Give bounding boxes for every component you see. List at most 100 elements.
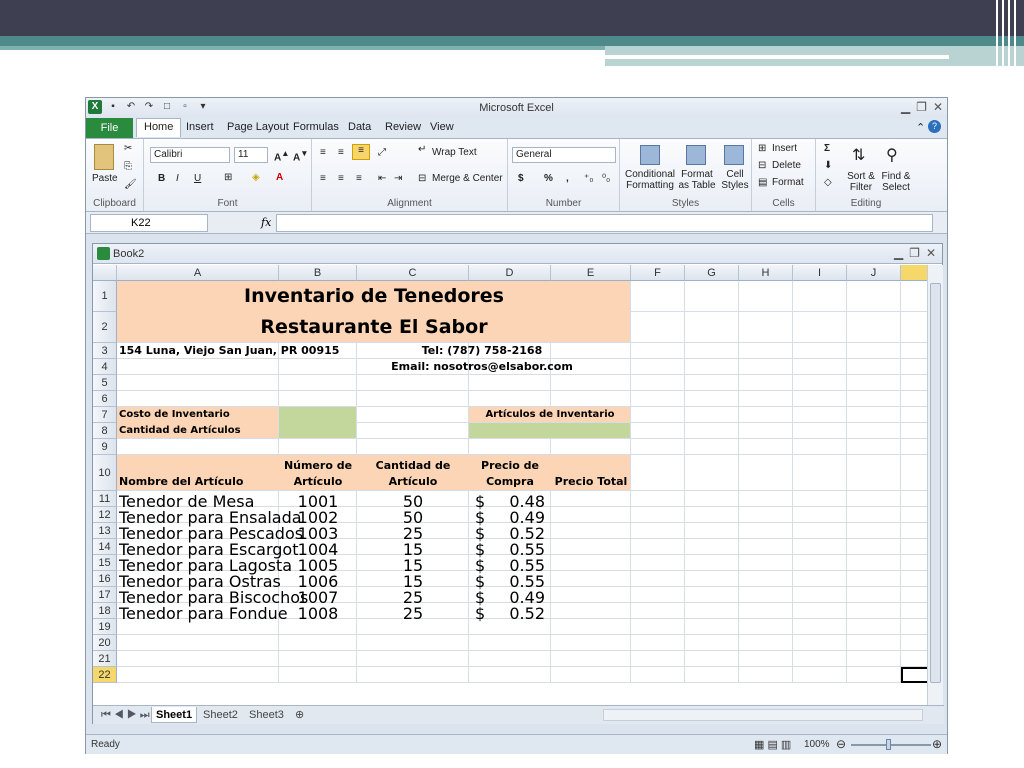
cell[interactable] (739, 359, 793, 375)
increase-decimal-icon[interactable]: ⁺₀ (584, 173, 593, 184)
conditional-formatting-icon[interactable] (640, 145, 660, 165)
row-header[interactable]: 19 (93, 619, 117, 635)
cell[interactable] (901, 312, 927, 343)
cell[interactable] (117, 375, 279, 391)
underline-button[interactable]: U (194, 173, 201, 184)
cell[interactable] (279, 667, 357, 683)
row-header[interactable]: 6 (93, 391, 117, 407)
cell[interactable] (847, 539, 901, 555)
cell[interactable] (685, 359, 739, 375)
cell[interactable] (551, 491, 631, 507)
grow-font-icon[interactable]: A▲ (274, 148, 289, 163)
name-box[interactable]: K22 (90, 214, 208, 232)
format-painter-icon[interactable]: 🖌 (124, 179, 137, 190)
column-header-k[interactable] (901, 265, 927, 281)
cell[interactable] (551, 635, 631, 651)
column-header-a[interactable]: A (117, 265, 279, 281)
cell[interactable] (739, 667, 793, 683)
sheet-nav-icons[interactable]: ⏮ ◀ ▶ ⏭ (97, 707, 154, 723)
cell[interactable] (847, 423, 901, 439)
cell[interactable] (847, 455, 901, 491)
cell[interactable] (469, 439, 551, 455)
cell[interactable] (739, 491, 793, 507)
cell[interactable] (793, 635, 847, 651)
cell[interactable] (631, 523, 685, 539)
cell[interactable] (739, 539, 793, 555)
insert-sheet-icon[interactable]: ⊕ (291, 707, 308, 723)
cell[interactable] (279, 439, 357, 455)
cell[interactable] (685, 439, 739, 455)
cell[interactable] (685, 603, 739, 619)
cell[interactable] (117, 439, 279, 455)
cell[interactable] (469, 667, 551, 683)
align-left-icon[interactable]: ≡ (320, 173, 326, 184)
cell[interactable] (631, 439, 685, 455)
conditional-formatting-button[interactable]: Conditional Formatting (622, 169, 678, 191)
row-header[interactable]: 14 (93, 539, 117, 555)
tab-review[interactable]: Review (385, 121, 421, 133)
cut-icon[interactable]: ✂ (124, 143, 132, 154)
decrease-decimal-icon[interactable]: ⁰₀ (602, 173, 610, 184)
cell[interactable] (901, 375, 927, 391)
cell[interactable] (357, 651, 469, 667)
cell[interactable] (847, 555, 901, 571)
cell[interactable] (551, 523, 631, 539)
scroll-thumb[interactable] (930, 283, 941, 683)
zoom-knob[interactable] (886, 739, 891, 750)
paste-icon[interactable] (94, 144, 114, 170)
cell[interactable] (901, 635, 927, 651)
cell[interactable] (739, 619, 793, 635)
cell[interactable] (739, 587, 793, 603)
insert-cells-button[interactable]: Insert (772, 143, 797, 154)
cell[interactable] (739, 343, 793, 359)
row-header[interactable]: 11 (93, 491, 117, 507)
cell[interactable] (901, 281, 927, 312)
row-header[interactable]: 9 (93, 439, 117, 455)
cell[interactable] (631, 391, 685, 407)
cell[interactable] (847, 407, 901, 423)
cell[interactable] (685, 281, 739, 312)
cell[interactable] (279, 391, 357, 407)
row-header[interactable]: 12 (93, 507, 117, 523)
row-header[interactable]: 2 (93, 312, 117, 343)
cell[interactable] (739, 407, 793, 423)
cell[interactable] (685, 343, 739, 359)
percent-button[interactable]: % (544, 173, 553, 184)
paste-button[interactable]: Paste (92, 173, 118, 184)
font-color-icon[interactable]: A (276, 172, 283, 183)
cell[interactable] (685, 407, 739, 423)
shrink-font-icon[interactable]: A▼ (293, 148, 308, 163)
number-format-select[interactable]: General (512, 147, 616, 163)
tab-page-layout[interactable]: Page Layout (227, 121, 289, 133)
tab-home[interactable]: Home (136, 118, 182, 137)
insert-function-button[interactable]: fx (261, 216, 271, 229)
cell[interactable] (793, 587, 847, 603)
cell[interactable] (357, 375, 469, 391)
find-select-button[interactable]: Find & Select (880, 171, 912, 193)
cell[interactable] (793, 523, 847, 539)
cell[interactable] (631, 555, 685, 571)
cell[interactable] (901, 407, 927, 423)
align-right-icon[interactable]: ≡ (356, 173, 362, 184)
cell[interactable] (551, 555, 631, 571)
cell[interactable] (847, 587, 901, 603)
cell[interactable] (279, 635, 357, 651)
cell[interactable] (847, 359, 901, 375)
cell[interactable] (117, 391, 279, 407)
cell[interactable] (357, 407, 469, 423)
cell[interactable] (739, 455, 793, 491)
cell[interactable] (793, 359, 847, 375)
cell[interactable] (739, 439, 793, 455)
cell[interactable] (631, 455, 685, 491)
align-center-icon[interactable]: ≡ (338, 173, 344, 184)
font-name-select[interactable]: Calibri (150, 147, 230, 163)
help-icon[interactable]: ? (928, 120, 941, 133)
cell[interactable] (847, 439, 901, 455)
cell[interactable] (739, 375, 793, 391)
cell[interactable] (551, 391, 631, 407)
fill-color-icon[interactable]: ◈ (252, 172, 260, 183)
cell[interactable] (901, 439, 927, 455)
cell[interactable] (551, 571, 631, 587)
cell[interactable] (847, 375, 901, 391)
find-select-icon[interactable]: ⚲ (886, 145, 898, 165)
